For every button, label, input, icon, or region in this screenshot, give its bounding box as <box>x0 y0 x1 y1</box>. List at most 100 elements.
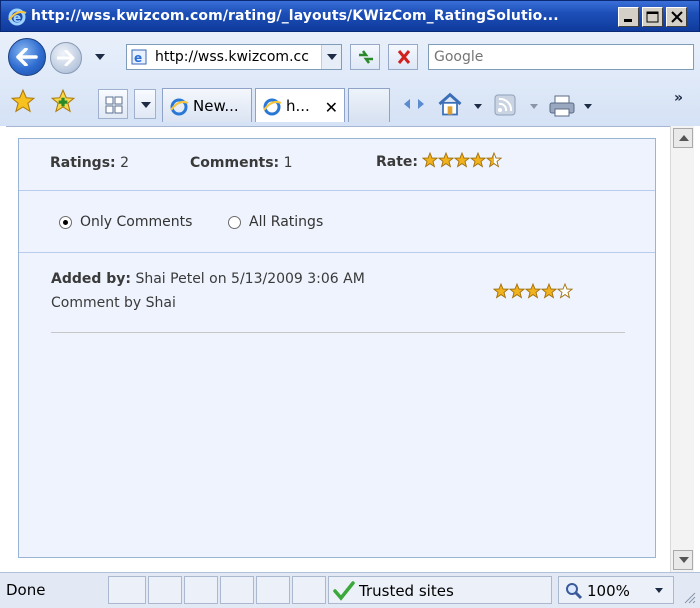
zone-label: Trusted sites <box>359 582 454 600</box>
close-icon <box>671 11 683 23</box>
svg-text:e: e <box>13 11 21 25</box>
status-text: Done <box>6 581 46 599</box>
minimize-button[interactable] <box>618 7 639 27</box>
comment-text: Comment by Shai <box>51 295 176 311</box>
ratings-value: 2 <box>120 155 130 171</box>
search-input[interactable] <box>434 49 684 65</box>
maximize-button[interactable] <box>642 7 663 27</box>
checkmark-icon <box>333 581 355 601</box>
star-half-icon <box>486 152 503 168</box>
vertical-scrollbar[interactable] <box>670 126 694 572</box>
star-full-icon <box>438 152 455 168</box>
add-favorite-icon[interactable] <box>50 88 76 114</box>
security-zone[interactable]: Trusted sites <box>328 576 552 604</box>
page-icon: e <box>131 49 147 65</box>
browser-chrome: e http://wss.kwizcom.cc Google New... h.… <box>0 32 700 126</box>
arrow-down-icon <box>679 557 689 563</box>
stop-icon <box>397 50 411 64</box>
comment-author-line: Added by: Shai Petel on 5/13/2009 3:06 A… <box>51 271 365 287</box>
history-dropdown-icon[interactable] <box>95 54 105 60</box>
stop-button[interactable] <box>388 44 418 70</box>
comments-value: 1 <box>283 155 293 171</box>
ratings-count: Ratings: 2 <box>50 155 129 171</box>
tab-list-button[interactable] <box>134 89 156 119</box>
arrow-up-icon <box>679 135 689 141</box>
star-full-icon <box>470 152 487 168</box>
tab-current[interactable]: h... ✕ <box>255 88 345 122</box>
ie-logo-icon: e <box>8 8 27 26</box>
tab-new[interactable]: New... <box>162 88 252 122</box>
address-url[interactable]: http://wss.kwizcom.cc <box>155 49 319 65</box>
chevron-down-icon[interactable] <box>584 104 592 109</box>
home-icon[interactable] <box>436 90 464 118</box>
new-tab-button[interactable] <box>348 88 390 122</box>
refresh-button[interactable] <box>350 44 380 70</box>
chevron-down-icon <box>327 54 337 60</box>
scroll-down-button[interactable] <box>673 550 693 570</box>
ie-logo-icon <box>170 98 189 116</box>
refresh-icon <box>359 50 373 64</box>
chevron-down-icon[interactable] <box>474 104 482 109</box>
tab-label: New... <box>193 97 239 115</box>
back-arrow-icon <box>16 48 38 66</box>
added-by-text: Shai Petel on 5/13/2009 3:06 AM <box>135 271 365 287</box>
status-cell <box>184 576 218 604</box>
close-tab-icon[interactable]: ✕ <box>325 98 338 117</box>
tab-label: h... <box>286 97 310 115</box>
address-bar[interactable]: e http://wss.kwizcom.cc <box>126 44 342 70</box>
title-bar: e http://wss.kwizcom.com/rating/_layouts… <box>0 0 700 32</box>
favorites-star-icon[interactable] <box>10 88 36 114</box>
minimize-icon <box>624 19 632 22</box>
rate-stars[interactable] <box>422 152 503 172</box>
address-dropdown[interactable] <box>321 45 341 69</box>
comment-stars <box>493 283 573 303</box>
comment-filter: Only Comments All Ratings <box>19 191 655 253</box>
radio-button-selected[interactable] <box>59 216 72 229</box>
more-commands-chevron-icon[interactable]: » <box>674 90 683 106</box>
chevron-down-icon <box>141 102 151 108</box>
status-cell <box>256 576 290 604</box>
quick-tabs-button[interactable] <box>98 89 128 119</box>
status-bar: Done Trusted sites 100% <box>0 572 700 608</box>
forward-button[interactable] <box>50 42 82 74</box>
radio-button[interactable] <box>228 216 241 229</box>
rss-feed-arrows-icon[interactable] <box>402 94 426 114</box>
back-button[interactable] <box>8 38 46 76</box>
ie-logo-icon <box>263 98 282 116</box>
chevron-down-icon[interactable] <box>530 104 538 109</box>
star-full-icon <box>525 283 541 299</box>
forward-arrow-icon <box>57 50 75 66</box>
added-by-label: Added by: <box>51 271 132 287</box>
resize-grip-icon[interactable] <box>684 592 696 604</box>
zoom-control[interactable]: 100% <box>558 576 674 604</box>
zoom-level: 100% <box>587 582 630 600</box>
close-window-button[interactable] <box>666 7 687 27</box>
status-cell <box>292 576 326 604</box>
rate-control: Rate: <box>376 152 503 172</box>
star-full-icon <box>493 283 509 299</box>
status-cell <box>148 576 182 604</box>
star-full-icon <box>422 152 439 168</box>
print-icon[interactable] <box>548 94 576 118</box>
search-box[interactable] <box>428 44 694 70</box>
star-full-icon <box>454 152 471 168</box>
ratings-label: Ratings: <box>50 155 116 171</box>
chevron-down-icon[interactable] <box>655 588 663 593</box>
radio-label: Only Comments <box>80 214 193 230</box>
rating-summary: Ratings: 2 Comments: 1 Rate: <box>19 139 655 191</box>
scroll-up-button[interactable] <box>673 128 693 148</box>
star-empty-icon <box>557 283 573 299</box>
magnifier-icon <box>566 583 583 600</box>
maximize-icon <box>646 11 659 23</box>
status-cell <box>220 576 254 604</box>
rate-label: Rate: <box>376 154 419 170</box>
radio-label: All Ratings <box>249 214 324 230</box>
rss-icon[interactable] <box>494 94 516 116</box>
star-full-icon <box>541 283 557 299</box>
rating-panel: Ratings: 2 Comments: 1 Rate: Only Commen… <box>18 138 656 558</box>
comment-item: Added by: Shai Petel on 5/13/2009 3:06 A… <box>51 269 625 333</box>
status-cell <box>108 576 146 604</box>
grid-icon <box>105 96 123 114</box>
window-title: http://wss.kwizcom.com/rating/_layouts/K… <box>31 8 559 24</box>
comments-count: Comments: 1 <box>190 155 293 171</box>
